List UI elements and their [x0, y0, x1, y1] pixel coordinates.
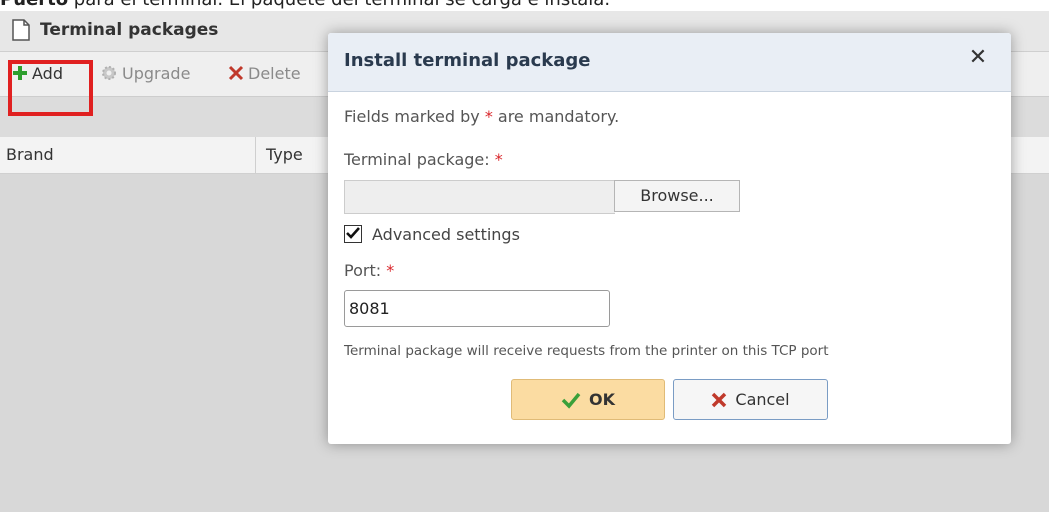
mandatory-note-suffix: are mandatory.	[492, 107, 620, 126]
cancel-label: Cancel	[735, 390, 790, 409]
required-asterisk: *	[494, 150, 503, 169]
terminal-package-file-field[interactable]	[344, 180, 615, 214]
browse-button[interactable]: Browse...	[614, 180, 740, 212]
advanced-settings-label[interactable]: Advanced settings	[372, 225, 520, 244]
gear-icon	[102, 66, 116, 80]
required-asterisk: *	[484, 107, 493, 126]
install-terminal-package-dialog: Install terminal package ✕ Fields marked…	[328, 33, 1011, 444]
port-label-text: Port:	[344, 261, 382, 280]
dialog-header: Install terminal package ✕	[328, 33, 1011, 92]
port-input[interactable]: 8081	[344, 290, 610, 327]
required-asterisk: *	[386, 261, 395, 280]
mandatory-note-prefix: Fields marked by	[344, 107, 485, 126]
column-brand[interactable]: Brand	[6, 145, 54, 164]
delete-button[interactable]: Delete	[228, 61, 301, 85]
delete-x-icon	[228, 65, 244, 81]
delete-label: Delete	[248, 63, 301, 83]
port-hint: Terminal package will receive requests f…	[344, 343, 829, 359]
document-icon	[12, 19, 30, 41]
advanced-settings-checkbox[interactable]	[344, 225, 362, 243]
panel-title: Terminal packages	[40, 20, 219, 40]
terminal-package-label-text: Terminal package:	[344, 150, 490, 169]
ok-label: OK	[589, 390, 615, 409]
dialog-title: Install terminal package	[344, 50, 591, 71]
checkmark-icon	[346, 227, 360, 239]
upgrade-button[interactable]: Upgrade	[100, 61, 190, 85]
doc-bold-word: Puerto	[0, 0, 68, 10]
document-instruction-line: Puerto para el terminal. El paquete del …	[0, 0, 1049, 11]
cancel-button[interactable]: Cancel	[673, 379, 828, 420]
checkmark-icon	[561, 392, 581, 409]
add-button-highlight	[8, 60, 93, 116]
close-icon[interactable]: ✕	[965, 45, 991, 75]
port-label: Port: *	[344, 261, 394, 280]
mandatory-note: Fields marked by * are mandatory.	[344, 107, 619, 126]
cancel-x-icon	[712, 392, 727, 407]
doc-rest-text: para el terminal. El paquete del termina…	[68, 0, 610, 10]
terminal-package-label: Terminal package: *	[344, 150, 503, 169]
column-divider	[255, 137, 256, 173]
upgrade-label: Upgrade	[122, 63, 191, 83]
column-type[interactable]: Type	[266, 145, 303, 164]
ok-button[interactable]: OK	[511, 379, 665, 420]
